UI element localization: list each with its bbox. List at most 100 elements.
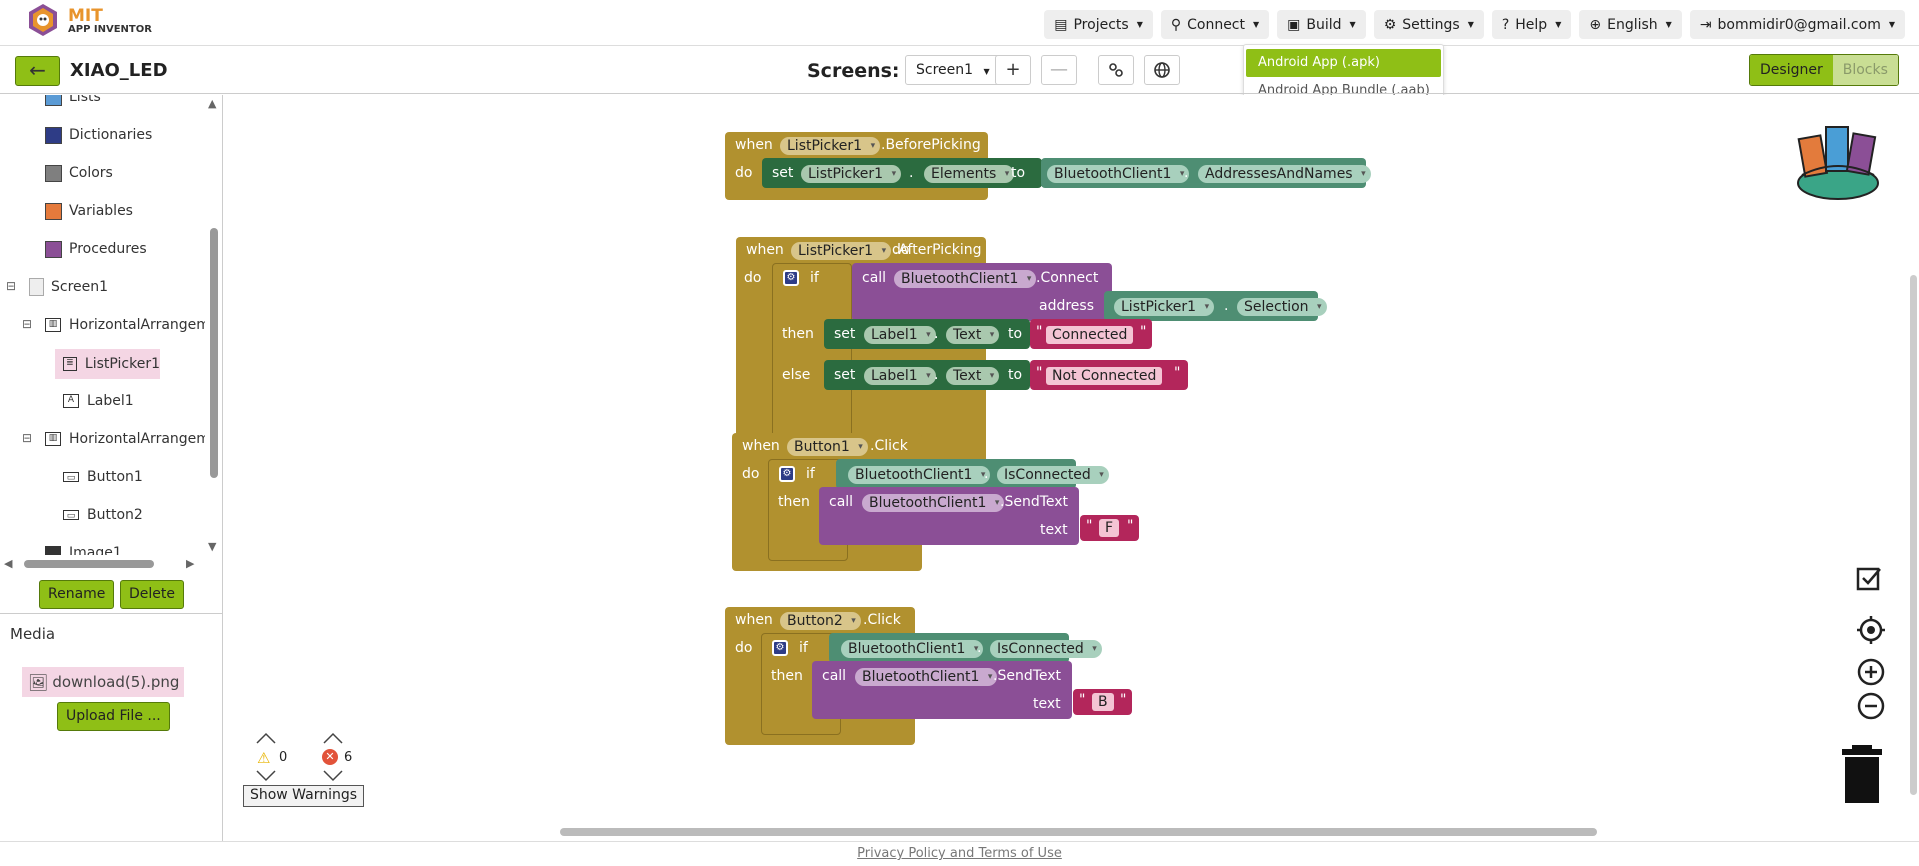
scroll-down-icon[interactable]: ▼ (208, 540, 216, 553)
globe-button[interactable] (1144, 55, 1180, 85)
workspace-vertical-scrollbar[interactable] (1910, 275, 1917, 795)
tree-item-screen1[interactable]: Screen1 (29, 275, 108, 299)
to-keyword: to (1011, 165, 1026, 181)
component-dropdown[interactable]: ListPicker1 (780, 137, 881, 155)
component-dropdown[interactable]: BluetoothClient1 (855, 668, 998, 686)
scrollbar-thumb[interactable] (210, 228, 218, 478)
settings-menu[interactable]: ⚙ Settings ▼ (1373, 10, 1484, 39)
warning-up-arrow-icon[interactable] (255, 732, 277, 744)
text-value[interactable]: F (1099, 519, 1120, 537)
scroll-up-icon[interactable]: ▲ (208, 97, 216, 110)
privacy-policy-link[interactable]: Privacy Policy and Terms of Use (857, 846, 1062, 861)
project-properties-button[interactable] (1098, 55, 1134, 85)
quote-open: " (1036, 365, 1043, 381)
screen-select[interactable]: Screen1 ▼ (905, 55, 1001, 85)
media-file-item[interactable]: 🖼 download(5).png (22, 667, 184, 697)
component-dropdown[interactable]: BluetoothClient1 (841, 640, 984, 658)
language-menu[interactable]: ⊕ English ▼ (1579, 10, 1682, 39)
scroll-right-icon[interactable]: ▶ (186, 557, 194, 570)
build-menu[interactable]: ▣ Build ▼ (1277, 10, 1366, 39)
tree-item-colors[interactable]: Colors (45, 161, 113, 185)
show-warnings-button[interactable]: Show Warnings (243, 785, 364, 807)
blocks-workspace[interactable]: when ListPicker1 .BeforePicking do set L… (224, 95, 1919, 841)
property-dropdown[interactable]: Text (946, 367, 1000, 385)
chevron-down-icon: ▼ (1888, 20, 1895, 29)
property-dropdown[interactable]: Text (946, 326, 1000, 344)
back-button[interactable]: ← (15, 56, 60, 86)
help-menu[interactable]: ? Help ▼ (1491, 10, 1572, 39)
text-value[interactable]: B (1092, 693, 1114, 711)
tree-item-lists[interactable]: Lists (45, 95, 101, 109)
component-dropdown[interactable]: BluetoothClient1 (1047, 165, 1190, 183)
upload-file-button[interactable]: Upload File ... (57, 702, 170, 731)
remove-screen-button[interactable]: — (1041, 55, 1077, 85)
tree-item-image1[interactable]: Image1 (45, 541, 122, 555)
build-label: Build (1306, 16, 1342, 33)
quote-close: " (1127, 518, 1134, 534)
component-dropdown[interactable]: Button1 (787, 438, 868, 456)
property-dropdown[interactable]: Elements (924, 165, 1015, 183)
text-value[interactable]: Not Connected (1046, 367, 1163, 385)
mutator-gear-icon[interactable]: ⚙ (772, 640, 788, 656)
component-dropdown[interactable]: Label1 (864, 326, 936, 344)
tree-item-procedures[interactable]: Procedures (45, 237, 147, 261)
collapse-toggle[interactable]: ⊟ (6, 279, 16, 293)
add-screen-button[interactable]: + (995, 55, 1031, 85)
zoom-out-button[interactable] (1856, 691, 1886, 725)
connect-menu[interactable]: ⚲ Connect ▼ (1160, 10, 1270, 39)
collapse-toggle[interactable]: ⊟ (22, 431, 32, 445)
tree-label: ListPicker1 (84, 356, 160, 372)
property-dropdown[interactable]: IsConnected (990, 640, 1102, 658)
tree-item-listpicker1[interactable]: ≣ ListPicker1 (55, 349, 160, 379)
to-keyword: to (1008, 367, 1023, 383)
component-dropdown[interactable]: Button2 (780, 612, 861, 630)
property-dropdown[interactable]: Selection (1237, 298, 1327, 316)
trash-can[interactable] (1840, 745, 1884, 809)
account-menu[interactable]: ⇥ bommidir0@gmail.com ▼ (1689, 10, 1905, 39)
property-dropdown[interactable]: IsConnected (997, 466, 1109, 484)
blocks-button[interactable]: Blocks (1832, 55, 1898, 85)
recenter-button[interactable] (1856, 615, 1886, 649)
component-dropdown[interactable]: ListPicker1 (791, 242, 892, 260)
text-value[interactable]: Connected (1046, 326, 1134, 344)
dot: . (1184, 165, 1189, 181)
warning-down-arrow-icon[interactable] (255, 770, 277, 782)
component-dropdown[interactable]: BluetoothClient1 (862, 494, 1005, 512)
delete-button[interactable]: Delete (120, 580, 184, 609)
tree-item-variables[interactable]: Variables (45, 199, 133, 223)
error-up-arrow-icon[interactable] (322, 732, 344, 744)
tree-item-button2[interactable]: ▭ Button2 (63, 503, 143, 527)
scroll-left-icon[interactable]: ◀ (4, 557, 12, 570)
component-dropdown[interactable]: ListPicker1 (1114, 298, 1215, 316)
scrollbar-thumb[interactable] (24, 560, 154, 568)
component-dropdown[interactable]: BluetoothClient1 (848, 466, 991, 484)
tree-item-harr1[interactable]: ▥ HorizontalArrangem (45, 313, 205, 337)
error-down-arrow-icon[interactable] (322, 770, 344, 782)
account-label: bommidir0@gmail.com (1717, 16, 1881, 33)
when-keyword: when (746, 242, 784, 258)
call-keyword: call (822, 668, 847, 684)
collapse-toggle[interactable]: ⊟ (22, 317, 32, 331)
rename-button[interactable]: Rename (39, 580, 115, 609)
component-dropdown[interactable]: Label1 (864, 367, 936, 385)
designer-button[interactable]: Designer (1750, 55, 1833, 85)
property-dropdown[interactable]: AddressesAndNames (1198, 165, 1371, 183)
cleanup-button[interactable] (1854, 563, 1884, 597)
tree-vertical-scrollbar[interactable]: ▲ ▼ (207, 95, 221, 555)
tree-horizontal-scrollbar[interactable]: ◀ ▶ (4, 557, 204, 570)
component-dropdown[interactable]: ListPicker1 (801, 165, 902, 183)
backpack[interactable] (1792, 117, 1884, 205)
component-dropdown[interactable]: BluetoothClient1 (894, 270, 1037, 288)
zoom-in-button[interactable] (1856, 657, 1886, 691)
projects-menu[interactable]: ▤ Projects ▼ (1044, 10, 1153, 39)
workspace-horizontal-scrollbar[interactable] (560, 828, 1597, 836)
mutator-gear-icon[interactable]: ⚙ (783, 270, 799, 286)
label-icon: A (63, 394, 79, 408)
dot: . (909, 165, 914, 181)
mutator-gear-icon[interactable]: ⚙ (779, 466, 795, 482)
app-logo[interactable]: MIT APP INVENTOR (24, 2, 152, 40)
tree-item-dictionaries[interactable]: Dictionaries (45, 123, 152, 147)
tree-item-harr2[interactable]: ▥ HorizontalArrangem (45, 427, 205, 451)
tree-item-label1[interactable]: A Label1 (63, 389, 134, 413)
tree-item-button1[interactable]: ▭ Button1 (63, 465, 143, 489)
